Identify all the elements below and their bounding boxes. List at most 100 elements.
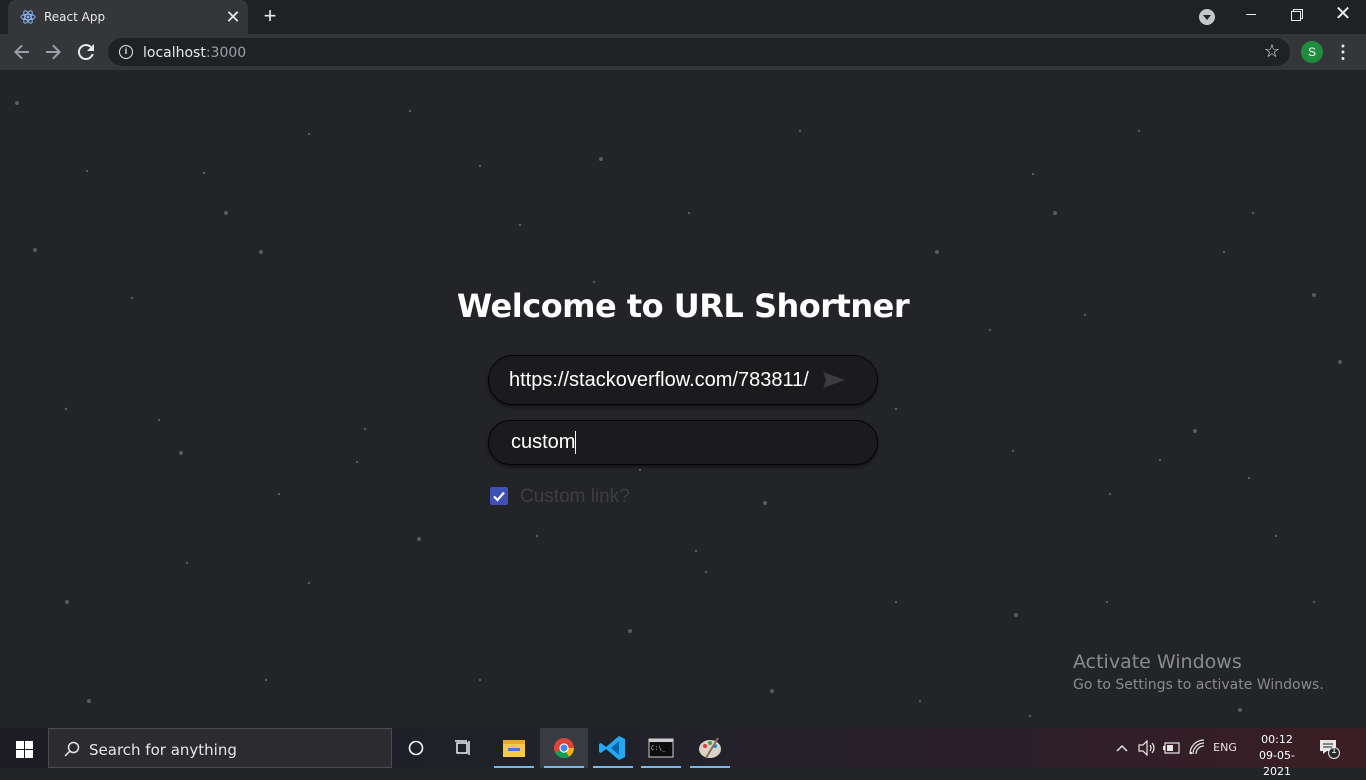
tab-title: React App — [44, 10, 106, 24]
taskbar-search-box[interactable]: Search for anything — [48, 728, 392, 768]
terminal-button[interactable]: C:\_ — [637, 728, 685, 768]
star-dot — [1274, 534, 1278, 538]
activate-windows-watermark: Activate Windows Go to Settings to activ… — [1073, 651, 1324, 693]
star-dot — [307, 581, 311, 585]
new-tab-button[interactable]: + — [260, 5, 280, 27]
custom-link-input[interactable] — [511, 421, 851, 464]
language-indicator[interactable]: ENG — [1210, 728, 1240, 768]
restore-button[interactable] — [1274, 0, 1320, 30]
svg-text:C:\_: C:\_ — [651, 745, 666, 752]
task-view-icon — [455, 740, 470, 755]
star-dot — [85, 169, 89, 173]
star-dot — [202, 171, 206, 175]
star-dot — [518, 223, 522, 227]
windows-logo-icon — [16, 750, 24, 758]
profile-avatar[interactable]: S — [1301, 41, 1323, 63]
vscode-icon — [599, 736, 625, 760]
star-dot — [65, 600, 69, 604]
windows-logo-icon — [16, 741, 24, 749]
action-center-button[interactable]: 1 — [1318, 737, 1340, 759]
star-dot — [894, 407, 898, 411]
start-button[interactable] — [0, 728, 48, 768]
page-content: Welcome to URL Shortner Custom link? Act… — [0, 70, 1366, 728]
send-icon[interactable] — [822, 371, 846, 389]
speaker-icon[interactable] — [1136, 728, 1158, 768]
star-dot — [64, 407, 68, 411]
star-dot — [277, 492, 281, 496]
url-text[interactable]: localhost:3000 — [143, 45, 246, 61]
file-explorer-button[interactable] — [490, 728, 538, 768]
star-dot — [1222, 250, 1226, 254]
url-host: localhost — [143, 45, 206, 61]
notification-count: 1 — [1331, 746, 1337, 756]
star-dot — [763, 501, 767, 505]
wifi-icon[interactable] — [1186, 728, 1208, 768]
browser-menu-icon[interactable]: ⋮ — [1334, 41, 1352, 63]
watermark-title: Activate Windows — [1073, 651, 1242, 673]
star-dot — [417, 537, 421, 541]
react-icon — [20, 10, 36, 24]
custom-field — [488, 420, 878, 465]
star-dot — [157, 418, 161, 422]
windows-logo-icon — [25, 741, 33, 749]
text-caret — [575, 431, 576, 454]
star-dot — [33, 248, 37, 252]
star-dot — [894, 600, 898, 604]
star-dot — [1251, 211, 1255, 215]
chrome-button[interactable] — [540, 728, 588, 768]
checkmark-icon — [493, 491, 505, 502]
forward-arrow-icon[interactable] — [41, 40, 65, 64]
chevron-up-icon[interactable] — [1114, 728, 1130, 768]
close-window-button[interactable]: ✕ — [1320, 0, 1366, 30]
tab-react-app[interactable]: React App ✕ — [8, 0, 248, 34]
star-dot — [185, 561, 189, 565]
url-input[interactable] — [509, 356, 814, 404]
tab-close-icon[interactable]: ✕ — [224, 8, 242, 26]
star-dot — [592, 280, 596, 284]
browser-toolbar: i localhost:3000 ☆ S ⋮ — [0, 34, 1366, 70]
minimize-button[interactable] — [1228, 0, 1274, 30]
url-port: :3000 — [205, 45, 247, 61]
star-dot — [363, 427, 367, 431]
star-dot — [1011, 449, 1015, 453]
star-dot — [1312, 600, 1316, 604]
vscode-button[interactable] — [589, 728, 637, 768]
star-dot — [628, 629, 632, 633]
star-dot — [1338, 360, 1342, 364]
star-dot — [687, 211, 691, 215]
tab-search-icon[interactable] — [1199, 9, 1215, 25]
clock-time: 00:12 — [1261, 733, 1293, 746]
star-dot — [638, 468, 642, 472]
terminal-icon: C:\_ — [648, 738, 674, 758]
battery-icon[interactable] — [1161, 728, 1183, 768]
bookmark-star-icon[interactable]: ☆ — [1264, 41, 1280, 61]
checkbox-label: Custom link? — [520, 486, 630, 507]
chrome-icon — [554, 738, 574, 759]
paint-button[interactable] — [686, 728, 734, 768]
custom-link-checkbox[interactable] — [490, 487, 508, 505]
site-info-icon[interactable]: i — [119, 45, 133, 59]
star-dot — [704, 570, 708, 574]
star-dot — [179, 451, 183, 455]
star-dot — [1053, 211, 1057, 215]
paint-icon — [699, 737, 721, 759]
star-dot — [599, 157, 603, 161]
back-arrow-icon[interactable] — [10, 40, 34, 64]
file-explorer-icon — [503, 740, 525, 757]
star-dot — [935, 250, 939, 254]
watermark-subtitle: Go to Settings to activate Windows. — [1073, 677, 1324, 693]
star-dot — [1137, 129, 1141, 133]
star-dot — [478, 678, 482, 682]
reload-icon[interactable] — [74, 40, 98, 64]
star-dot — [988, 328, 992, 332]
task-view-button[interactable] — [440, 728, 488, 768]
star-dot — [1238, 708, 1242, 712]
star-dot — [355, 460, 359, 464]
star-dot — [408, 109, 412, 113]
cortana-button[interactable] — [392, 728, 440, 768]
star-dot — [87, 699, 91, 703]
taskbar-clock[interactable]: 00:12 09-05-2021 — [1246, 732, 1308, 780]
star-dot — [1247, 476, 1251, 480]
address-bar[interactable]: i localhost:3000 ☆ — [108, 38, 1290, 66]
star-dot — [694, 549, 698, 553]
